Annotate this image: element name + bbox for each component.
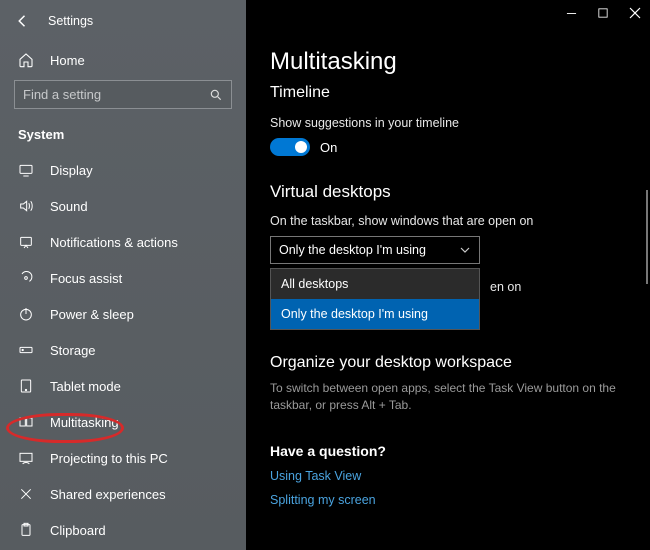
search-box[interactable] (14, 80, 232, 109)
sidebar-item-label: Sound (50, 199, 228, 214)
sidebar-item-shared-exp[interactable]: Shared experiences (0, 476, 246, 512)
app-title: Settings (48, 14, 93, 28)
search-input[interactable] (23, 87, 209, 102)
close-icon[interactable] (628, 6, 642, 20)
window-controls (564, 6, 642, 20)
nav-home-label: Home (50, 53, 85, 68)
sidebar-item-sound[interactable]: Sound (0, 188, 246, 224)
scrollbar[interactable] (646, 190, 648, 284)
sidebar-item-power-sleep[interactable]: Power & sleep (0, 296, 246, 332)
projecting-icon (18, 450, 34, 466)
nav-list: Display Sound Notifications & actions Fo… (0, 152, 246, 548)
organize-help-text: To switch between open apps, select the … (270, 380, 632, 415)
notifications-icon (18, 234, 34, 250)
sidebar-header: Settings (0, 10, 246, 40)
sidebar-item-label: Display (50, 163, 228, 178)
sidebar-item-label: Tablet mode (50, 379, 228, 394)
timeline-heading: Timeline (270, 84, 632, 102)
sidebar-item-clipboard[interactable]: Clipboard (0, 512, 246, 548)
sidebar-item-label: Notifications & actions (50, 235, 228, 250)
section-title-system: System (0, 121, 246, 152)
sidebar-item-storage[interactable]: Storage (0, 332, 246, 368)
sidebar-item-label: Power & sleep (50, 307, 228, 322)
multitasking-icon (18, 414, 34, 430)
sidebar-item-notifications[interactable]: Notifications & actions (0, 224, 246, 260)
sidebar-item-label: Focus assist (50, 271, 228, 286)
sidebar-item-label: Projecting to this PC (50, 451, 228, 466)
focus-assist-icon (18, 270, 34, 286)
sidebar-item-focus-assist[interactable]: Focus assist (0, 260, 246, 296)
sidebar: Settings Home System Display Sound Notif… (0, 0, 246, 550)
display-icon (18, 162, 34, 178)
back-icon[interactable] (14, 12, 32, 30)
virtual-desktops-heading: Virtual desktops (270, 182, 632, 202)
sound-icon (18, 198, 34, 214)
vd-taskbar-selected: Only the desktop I'm using (279, 243, 426, 257)
organize-heading: Organize your desktop workspace (270, 354, 632, 372)
link-task-view[interactable]: Using Task View (270, 469, 632, 483)
search-icon (209, 88, 223, 102)
dropdown-option-all[interactable]: All desktops (271, 269, 479, 299)
minimize-icon[interactable] (564, 6, 578, 20)
shared-icon (18, 486, 34, 502)
sidebar-item-display[interactable]: Display (0, 152, 246, 188)
sidebar-item-label: Multitasking (50, 415, 228, 430)
sidebar-item-label: Storage (50, 343, 228, 358)
chevron-down-icon (459, 244, 471, 256)
timeline-suggestion-label: Show suggestions in your timeline (270, 116, 632, 130)
clipboard-icon (18, 522, 34, 538)
question-heading: Have a question? (270, 443, 632, 459)
link-splitting-screen[interactable]: Splitting my screen (270, 493, 632, 507)
power-icon (18, 306, 34, 322)
timeline-toggle-state: On (320, 140, 337, 155)
timeline-toggle[interactable] (270, 138, 310, 156)
vd-taskbar-select[interactable]: Only the desktop I'm using (270, 236, 480, 264)
storage-icon (18, 342, 34, 358)
main-pane: Multitasking Timeline Show suggestions i… (246, 0, 650, 550)
sidebar-item-tablet-mode[interactable]: Tablet mode (0, 368, 246, 404)
vd-taskbar-label: On the taskbar, show windows that are op… (270, 214, 632, 228)
sidebar-item-projecting[interactable]: Projecting to this PC (0, 440, 246, 476)
vd-taskbar-dropdown: All desktops Only the desktop I'm using (270, 268, 480, 330)
home-icon (18, 52, 34, 68)
maximize-icon[interactable] (596, 6, 610, 20)
sidebar-item-multitasking[interactable]: Multitasking (0, 404, 246, 440)
sidebar-item-label: Clipboard (50, 523, 228, 538)
sidebar-item-label: Shared experiences (50, 487, 228, 502)
hidden-label-fragment: en on (490, 280, 521, 294)
tablet-icon (18, 378, 34, 394)
dropdown-option-only-current[interactable]: Only the desktop I'm using (271, 299, 479, 329)
nav-home[interactable]: Home (0, 40, 246, 80)
